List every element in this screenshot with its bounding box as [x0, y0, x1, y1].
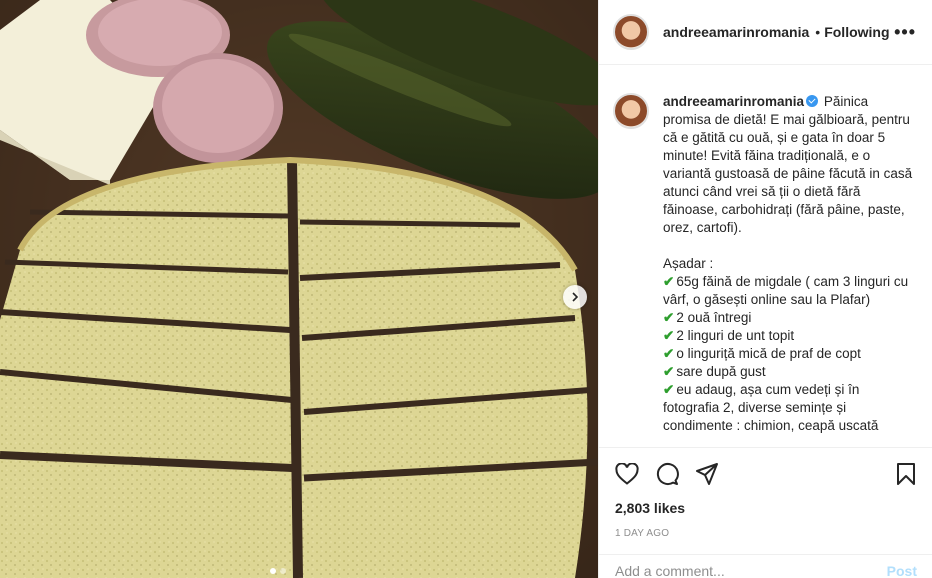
action-bar	[615, 460, 917, 488]
check-mark-icon: ✔	[663, 310, 675, 325]
bread-photo	[0, 0, 598, 578]
caption-list-item: ✔ o linguriță mică de praf de copt	[663, 346, 861, 361]
like-button[interactable]	[615, 463, 639, 485]
carousel-indicator	[270, 568, 286, 574]
post-image[interactable]	[0, 0, 598, 578]
separator-dot: •	[815, 24, 821, 40]
comment-button[interactable]	[655, 462, 679, 486]
more-options-icon[interactable]: •••	[894, 22, 916, 43]
caption-heading: Așadar :	[663, 256, 714, 271]
post-header: andreeamarinromania • Following •••	[599, 0, 932, 65]
next-photo-button[interactable]	[563, 285, 587, 309]
post-timestamp[interactable]: 1 DAY AGO	[615, 528, 917, 539]
heart-icon	[615, 463, 639, 485]
paper-plane-icon	[696, 463, 718, 485]
check-mark-icon: ✔	[663, 382, 675, 397]
likes-count[interactable]: 2,803 likes	[615, 500, 917, 516]
verified-badge-icon	[806, 95, 819, 107]
carousel-dot	[280, 568, 286, 574]
caption-username-link[interactable]: andreeamarinromania	[663, 94, 804, 109]
caption-list-item: ✔ 2 linguri de unt topit	[663, 328, 795, 343]
caption-list-item: ✔ eu adaug, așa cum vedeți și în fotograf…	[663, 382, 879, 433]
comment-form: Post	[599, 554, 932, 578]
check-mark-icon: ✔	[663, 328, 675, 343]
share-button[interactable]	[695, 462, 719, 486]
caption-list-item: ✔ 65g făină de migdale ( cam 3 linguri cu…	[663, 274, 909, 307]
post-comment-button[interactable]: Post	[887, 563, 917, 578]
username-link[interactable]: andreeamarinromania	[663, 24, 809, 40]
caption-list-item: ✔ sare după gust	[663, 364, 766, 379]
check-mark-icon: ✔	[663, 364, 675, 379]
caption: andreeamarinromania Păinica promisa de d…	[663, 93, 913, 447]
check-mark-icon: ✔	[663, 274, 675, 289]
chevron-right-icon	[572, 292, 579, 302]
post-actions: 2,803 likes 1 DAY AGO	[599, 447, 932, 539]
post-side-panel: andreeamarinromania • Following ••• andr…	[598, 0, 932, 578]
caption-list-item: ✔ 2 ouă întregi	[663, 310, 752, 325]
save-button[interactable]	[895, 462, 917, 486]
bookmark-icon	[897, 463, 915, 485]
comment-input[interactable]	[615, 563, 887, 578]
comment-icon	[656, 463, 679, 485]
caption-scroll-area[interactable]: andreeamarinromania Păinica promisa de d…	[599, 65, 932, 447]
avatar[interactable]	[613, 14, 649, 50]
caption-avatar[interactable]	[613, 93, 649, 129]
caption-intro: Păinica promisa de dietă! E mai gălbioar…	[663, 94, 916, 235]
check-mark-icon: ✔	[663, 346, 675, 361]
following-button[interactable]: Following	[824, 24, 889, 40]
carousel-dot	[270, 568, 276, 574]
